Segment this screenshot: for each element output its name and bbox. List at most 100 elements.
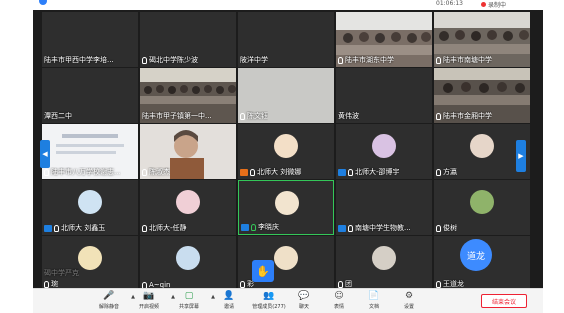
mic-icon [240,280,245,288]
raise-hand-icon[interactable]: ✋ [252,260,274,282]
video-tile[interactable]: 陆丰市八万学校谢志... [42,124,138,179]
avatar [78,246,102,270]
mic-icon [142,168,147,176]
meeting-toolbar: 🎤 解除静音 ▲ 📷 开启视频 ▲ ▢ 共享屏幕 ▲ 👤 邀请 👥 管理成员(2… [33,288,543,313]
avatar [78,190,102,214]
invite-user-icon: 👤 [223,291,235,301]
video-tile[interactable]: 碣中学严克 琬 [42,236,138,291]
documents-button[interactable]: 📄 文档 [354,291,394,313]
tile-caption: 南塘中学生物教... [338,223,411,233]
tile-caption: 北师大-邵博宇 [338,167,400,177]
tile-caption: 陂洋中学 [240,56,268,64]
video-tile[interactable]: 北师大-邵博宇 [336,124,432,179]
start-video-button[interactable]: 📷 开启视频 ▲ [129,291,175,313]
video-tile[interactable]: 陈淑杰 [140,124,236,179]
tile-caption: 俊树 [436,223,457,233]
end-meeting-button[interactable]: 结束会议 [481,294,527,308]
video-tile[interactable]: 陆丰市甲子镇第一中... [140,68,236,123]
start-video-label: 开启视频 [138,304,159,310]
invite-label: 邀请 [223,304,234,310]
tile-caption: 北师大 刘鑫玉 [44,223,105,233]
tile-caption: 陆丰市南塘中学 [436,55,492,65]
mic-icon [44,280,49,288]
mic-icon [142,56,147,64]
tile-caption: 陈文钰 [240,111,268,121]
mic-icon [436,168,441,176]
video-tile[interactable]: 北师大 刘鑫玉 [42,180,138,235]
tile-caption: 北师大-任静 [142,223,187,233]
prev-page-arrow-icon[interactable]: ◀ [40,140,50,168]
reaction-label: 表情 [333,304,344,310]
avatar [274,134,298,158]
mic-icon [436,56,441,64]
emoji-icon: ☺ [334,291,344,301]
video-tile[interactable]: A~qin [140,236,236,291]
settings-button[interactable]: ⚙ 设置 [389,291,429,313]
video-tile[interactable]: 陆丰市金厢中学 [434,68,530,123]
members-icon: 👥 [263,291,275,301]
video-tile[interactable]: 潭西二中 [42,68,138,123]
mic-muted-icon: 🎤 [103,291,115,301]
cohost-badge-icon [44,224,52,232]
invite-button[interactable]: 👤 邀请 [209,291,249,313]
tile-caption: 李晓庆 [241,222,279,232]
chat-label: 聊天 [298,304,309,310]
tile-caption: 陆丰市金厢中学 [436,111,492,121]
video-tile[interactable]: 陈文钰 [238,68,334,123]
tile-caption: 陆丰市甲子镇第一中... [142,112,212,120]
video-tile[interactable]: 北师大 刘微娜 [238,124,334,179]
tile-caption: 碣中学严克 [44,269,79,277]
meeting-window: 01:06:13 录制中 陆丰市甲西中学李培... 碣北中学陈少波 陂洋中学 陆… [0,0,564,313]
record-dot-icon [481,2,486,7]
documents-label: 文档 [368,304,379,310]
video-tile[interactable]: 南塘中学生物教... [336,180,432,235]
video-tile[interactable]: 陆丰市甲西中学李培... [42,12,138,67]
video-tile[interactable]: 北师大-任静 [140,180,236,235]
avatar [372,134,396,158]
share-screen-button[interactable]: ▢ 共享屏幕 ▲ [169,291,215,313]
reaction-button[interactable]: ☺ 表情 [319,291,359,313]
meeting-timer: 01:06:13 [436,0,463,7]
video-tile[interactable]: 俊树 [434,180,530,235]
mic-icon [54,224,59,232]
video-tile[interactable]: 黄伟波 [336,68,432,123]
tile-caption: 陈淑杰 [142,167,170,177]
avatar [176,246,200,270]
mic-icon [142,224,147,232]
avatar [274,246,298,270]
avatar [470,134,494,158]
video-tile[interactable]: 陆丰市湖东中学 [336,12,432,67]
cohost-badge-icon [241,223,249,231]
recording-label: 录制中 [488,2,507,9]
mic-icon [250,168,255,176]
settings-label: 设置 [403,304,414,310]
host-badge-icon [240,168,248,176]
tile-caption: 陆丰市甲西中学李培... [44,56,114,64]
video-tile[interactable]: 李晓庆 [238,180,334,235]
mic-icon [338,56,343,64]
unmute-button[interactable]: 🎤 解除静音 ▲ [89,291,135,313]
tile-caption: 方瀛 [436,167,457,177]
recording-indicator[interactable]: 录制中 [481,0,506,9]
video-tile[interactable]: 陆丰市南塘中学 [434,12,530,67]
meeting-info-icon[interactable] [39,0,47,5]
mic-icon [436,280,441,288]
video-tile[interactable]: 团 [336,236,432,291]
avatar [470,190,494,214]
chat-icon: 💬 [298,291,310,301]
next-page-arrow-icon[interactable]: ▶ [516,140,526,172]
mic-icon [338,280,343,288]
tile-caption: 北师大 刘微娜 [240,167,301,177]
video-tile[interactable]: 陂洋中学 [238,12,334,67]
chat-button[interactable]: 💬 聊天 [284,291,324,313]
mic-icon [436,112,441,120]
avatar-daolong: 道龙 [460,239,492,271]
cohost-badge-icon [338,224,346,232]
mic-icon [348,168,353,176]
mic-icon [240,112,245,120]
video-tile[interactable]: 碣北中学陈少波 [140,12,236,67]
avatar [372,246,396,270]
mic-icon [44,168,49,176]
cohost-badge-icon [338,168,346,176]
document-icon: 📄 [368,291,380,301]
